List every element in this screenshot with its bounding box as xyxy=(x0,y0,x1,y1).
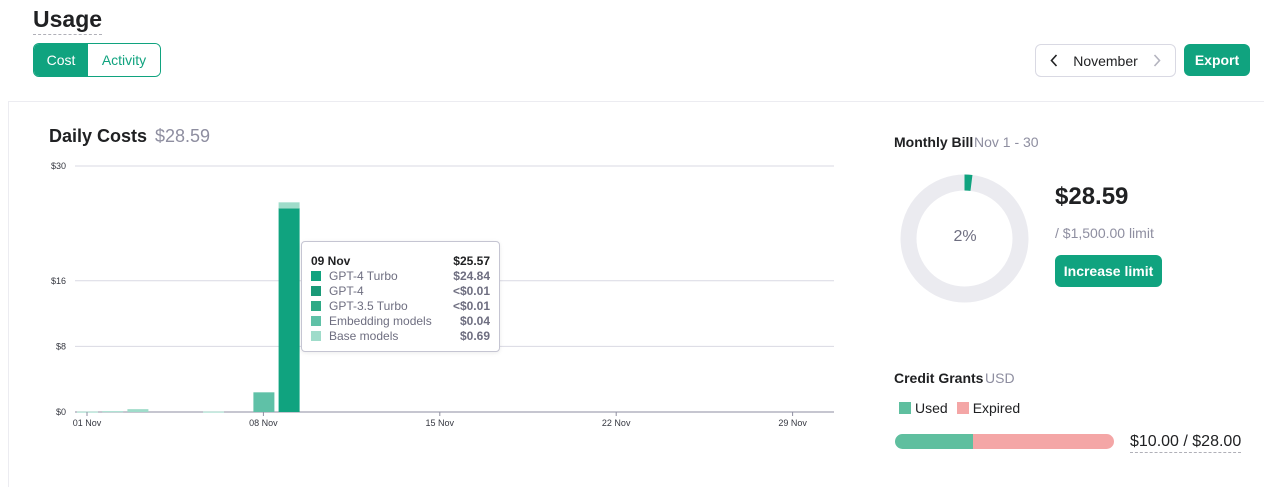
monthly-bill-amount: $28.59 xyxy=(1055,183,1129,210)
y-tick-label: $0 xyxy=(56,407,66,417)
tooltip-row-label: GPT-3.5 Turbo xyxy=(329,298,408,313)
monthly-bill-label: Monthly Bill xyxy=(894,134,974,150)
credit-used-fill xyxy=(895,434,974,449)
bar-segment[interactable] xyxy=(253,392,275,412)
y-tick-label: $30 xyxy=(51,161,66,171)
credit-grants-amount: $10.00 / $28.00 xyxy=(1130,433,1242,453)
monthly-bill-range: Nov 1 - 30 xyxy=(974,134,1039,150)
month-label: November xyxy=(1073,52,1138,69)
y-tick-label: $16 xyxy=(51,276,66,286)
donut-percent: 2% xyxy=(953,228,977,245)
month-selector: November xyxy=(1035,44,1176,77)
chart-tooltip: 09 Nov $25.57 GPT-4 Turbo $24.84 GPT-4 <… xyxy=(301,241,500,352)
tooltip-row-value: <$0.01 xyxy=(452,283,490,298)
embedding-swatch xyxy=(311,315,321,326)
credit-grants-unit: USD xyxy=(985,370,1015,386)
credit-grants-label: Credit Grants xyxy=(894,370,984,386)
chevron-right-icon[interactable] xyxy=(1151,53,1163,69)
x-tick-label: 08 Nov xyxy=(249,418,278,428)
bar-segment[interactable] xyxy=(102,411,124,413)
bar-segment[interactable] xyxy=(127,409,149,412)
tooltip-row-value: $24.84 xyxy=(453,268,490,283)
tooltip-row-label: GPT-4 xyxy=(329,283,364,298)
legend-expired: Expired xyxy=(972,400,1021,416)
x-tick-label: 29 Nov xyxy=(778,418,807,428)
tooltip-row-label: GPT-4 Turbo xyxy=(329,268,398,283)
tooltip-date: 09 Nov xyxy=(311,253,351,268)
x-tick-label: 01 Nov xyxy=(73,418,102,428)
tooltip-row-label: Embedding models xyxy=(329,313,432,328)
expired-swatch xyxy=(956,402,969,414)
daily-costs-chart: $30 $16 $8 $0 01 Nov 08 Nov 15 Nov 22 Nov 29 No… xyxy=(51,161,834,428)
y-tick-label: $8 xyxy=(56,341,66,351)
bar-segment[interactable] xyxy=(278,207,300,209)
credit-expired-fill xyxy=(973,434,1114,449)
increase-limit-button[interactable]: Increase limit xyxy=(1055,255,1162,287)
x-tick-label: 15 Nov xyxy=(426,418,455,428)
legend-used: Used xyxy=(915,400,948,416)
credit-legend: Used Expired xyxy=(899,400,1029,416)
tooltip-row-value: <$0.01 xyxy=(452,298,490,313)
x-tick-label: 22 Nov xyxy=(602,418,631,428)
gpt4-swatch xyxy=(311,285,321,296)
tooltip-row-value: $0.04 xyxy=(459,313,490,328)
export-button[interactable]: Export xyxy=(1184,44,1250,76)
base-models-swatch xyxy=(311,330,321,341)
bar-segment[interactable] xyxy=(278,202,300,208)
chevron-left-icon[interactable] xyxy=(1048,53,1060,69)
tooltip-row-value: $0.69 xyxy=(459,328,490,343)
bar-segment[interactable] xyxy=(278,208,300,412)
gpt35-turbo-swatch xyxy=(311,300,321,311)
used-swatch xyxy=(899,402,911,414)
bar-segment[interactable] xyxy=(203,411,224,413)
credit-grants-bar xyxy=(895,434,1114,449)
monthly-bill-limit: / $1,500.00 limit xyxy=(1055,225,1154,241)
gpt4-turbo-swatch xyxy=(311,270,321,281)
tooltip-row-label: Base models xyxy=(329,328,399,343)
tooltip-total: $25.57 xyxy=(453,253,490,268)
